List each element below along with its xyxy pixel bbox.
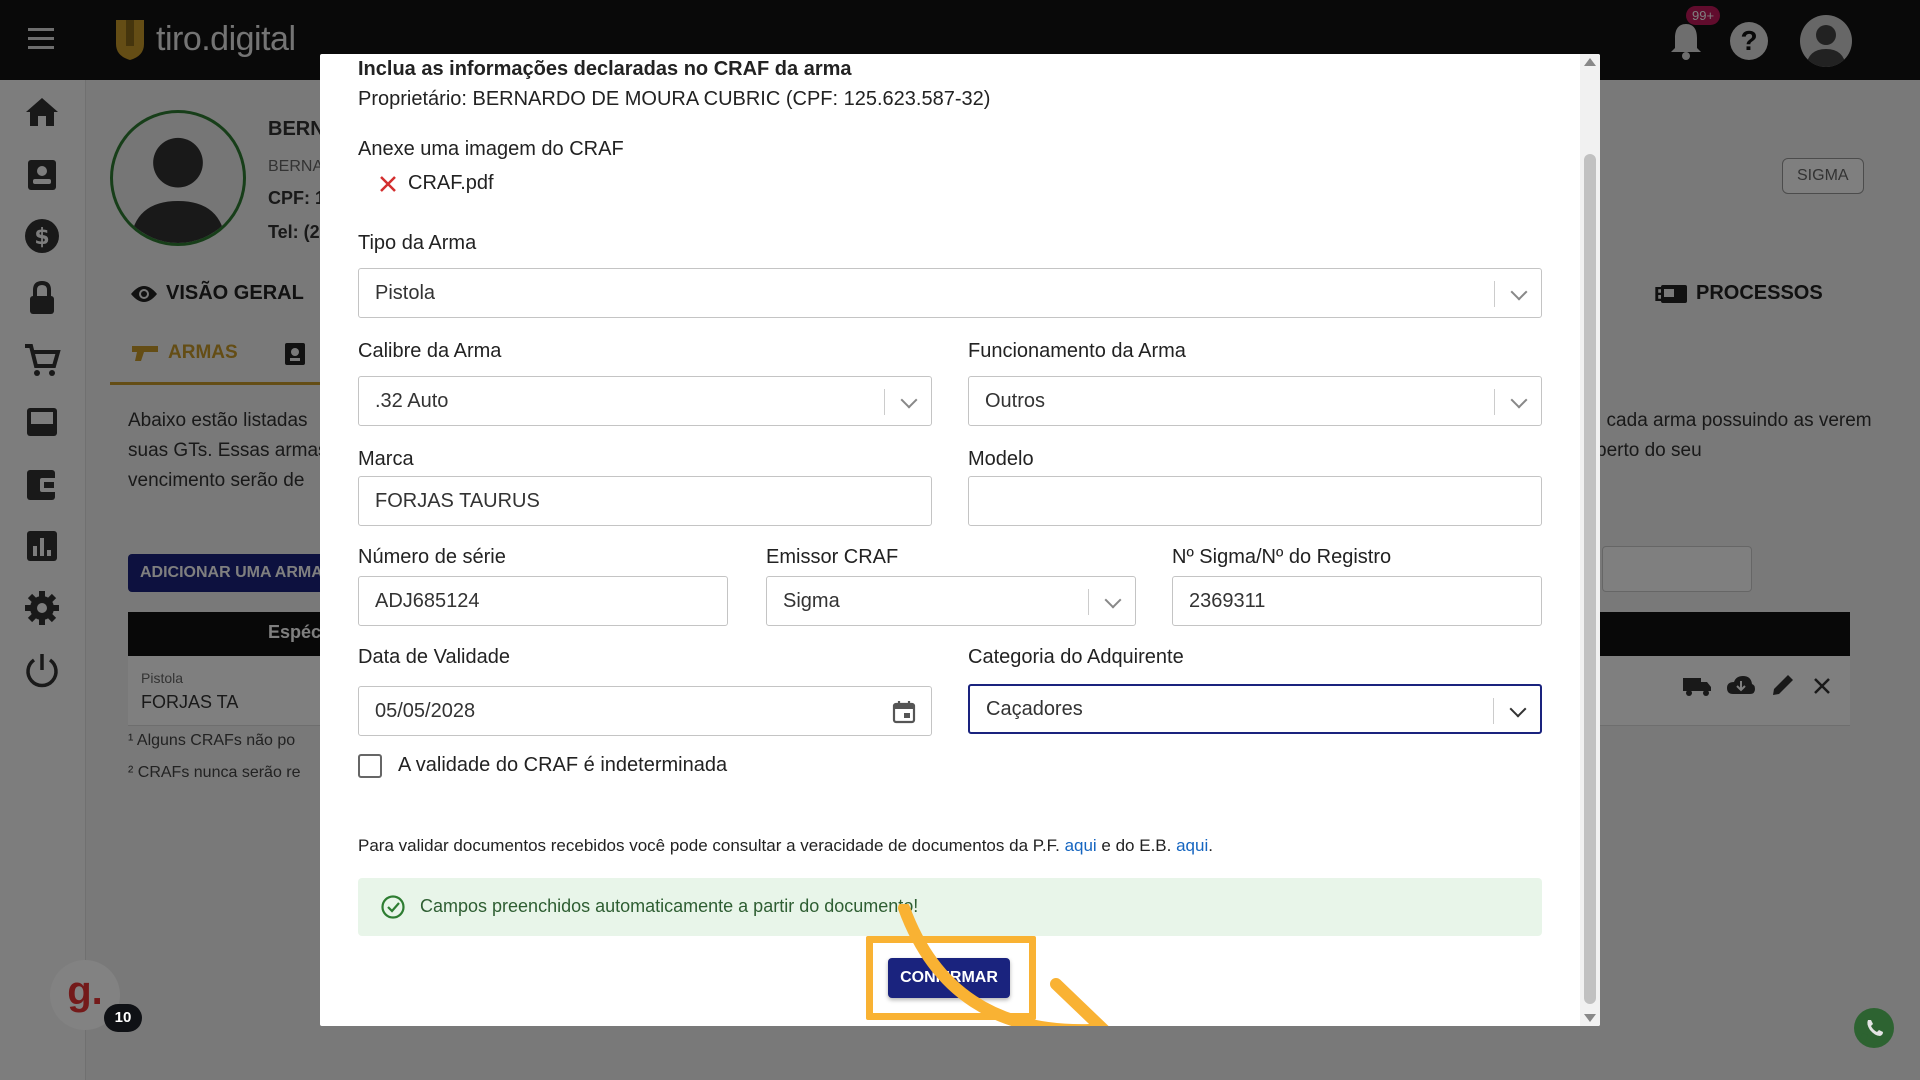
attached-file: CRAF.pdf bbox=[378, 172, 494, 195]
select-separator bbox=[1493, 698, 1494, 724]
attached-file-name: CRAF.pdf bbox=[408, 172, 494, 194]
chevron-down-icon[interactable] bbox=[1509, 700, 1527, 718]
issuer-label: Emissor CRAF bbox=[766, 546, 899, 568]
remove-file-icon[interactable] bbox=[378, 174, 398, 194]
autofill-success-alert: Campos preenchidos automaticamente a par… bbox=[358, 878, 1542, 936]
sigma-value: 2369311 bbox=[1189, 589, 1266, 612]
weapon-type-value: Pistola bbox=[375, 281, 436, 304]
whatsapp-icon[interactable] bbox=[1852, 1006, 1896, 1050]
category-value: Caçadores bbox=[986, 697, 1083, 720]
validate-text-part: e do E.B. bbox=[1096, 836, 1177, 855]
weapon-type-select[interactable]: Pistola bbox=[358, 268, 1542, 318]
chevron-down-icon[interactable] bbox=[1510, 391, 1528, 409]
indeterminate-label: A validade do CRAF é indeterminada bbox=[398, 754, 728, 776]
weapon-type-label: Tipo da Arma bbox=[358, 232, 477, 254]
indeterminate-checkbox[interactable] bbox=[358, 754, 382, 778]
scroll-down-icon[interactable] bbox=[1584, 1014, 1596, 1022]
select-separator bbox=[1494, 281, 1495, 307]
modal-scrollbar[interactable] bbox=[1580, 54, 1600, 1026]
validate-documents-text: Para validar documentos recebidos você p… bbox=[358, 836, 1213, 856]
calendar-icon[interactable] bbox=[891, 699, 917, 725]
serial-input[interactable]: ADJ685124 bbox=[358, 576, 728, 626]
model-input[interactable] bbox=[968, 476, 1542, 526]
scroll-thumb[interactable] bbox=[1584, 154, 1596, 1004]
validate-text-part: . bbox=[1208, 836, 1213, 855]
g-chat-count: 10 bbox=[104, 1004, 142, 1032]
validity-label: Data de Validade bbox=[358, 646, 510, 668]
caliber-select[interactable]: .32 Auto bbox=[358, 376, 932, 426]
chevron-down-icon[interactable] bbox=[900, 391, 918, 409]
sigma-label: Nº Sigma/Nº do Registro bbox=[1172, 546, 1392, 568]
brand-value: FORJAS TAURUS bbox=[375, 489, 540, 512]
issuer-select[interactable]: Sigma bbox=[766, 576, 1136, 626]
model-label: Modelo bbox=[968, 448, 1034, 470]
category-select[interactable]: Caçadores bbox=[968, 684, 1542, 734]
brand-label: Marca bbox=[358, 448, 414, 470]
modal-title: Inclua as informações declaradas no CRAF… bbox=[358, 58, 852, 80]
caliber-value: .32 Auto bbox=[375, 389, 449, 412]
chevron-down-icon[interactable] bbox=[1510, 283, 1528, 301]
craf-modal: Inclua as informações declaradas no CRAF… bbox=[320, 54, 1600, 1026]
select-separator bbox=[1494, 389, 1495, 415]
operation-select[interactable]: Outros bbox=[968, 376, 1542, 426]
caliber-label: Calibre da Arma bbox=[358, 340, 502, 362]
attach-label: Anexe uma imagem do CRAF bbox=[358, 138, 624, 160]
chevron-down-icon[interactable] bbox=[1104, 591, 1122, 609]
validate-text-part: Para validar documentos recebidos você p… bbox=[358, 836, 1065, 855]
issuer-value: Sigma bbox=[783, 589, 840, 612]
operation-value: Outros bbox=[985, 389, 1046, 412]
pf-validation-link[interactable]: aqui bbox=[1065, 836, 1097, 855]
scroll-up-icon[interactable] bbox=[1584, 58, 1596, 66]
validity-date-input[interactable]: 05/05/2028 bbox=[358, 686, 932, 736]
owner-info: Proprietário: BERNARDO DE MOURA CUBRIC (… bbox=[358, 88, 991, 110]
operation-label: Funcionamento da Arma bbox=[968, 340, 1186, 362]
confirm-button[interactable]: CONFIRMAR bbox=[888, 958, 1010, 998]
brand-input[interactable]: FORJAS TAURUS bbox=[358, 476, 932, 526]
category-label: Categoria do Adquirente bbox=[968, 646, 1184, 668]
check-circle-icon bbox=[381, 895, 405, 919]
sigma-input[interactable]: 2369311 bbox=[1172, 576, 1542, 626]
serial-value: ADJ685124 bbox=[375, 589, 480, 612]
eb-validation-link[interactable]: aqui bbox=[1176, 836, 1208, 855]
select-separator bbox=[884, 389, 885, 415]
validity-value: 05/05/2028 bbox=[375, 699, 476, 722]
serial-label: Número de série bbox=[358, 546, 506, 568]
select-separator bbox=[1088, 589, 1089, 615]
autofill-success-text: Campos preenchidos automaticamente a par… bbox=[420, 896, 919, 916]
